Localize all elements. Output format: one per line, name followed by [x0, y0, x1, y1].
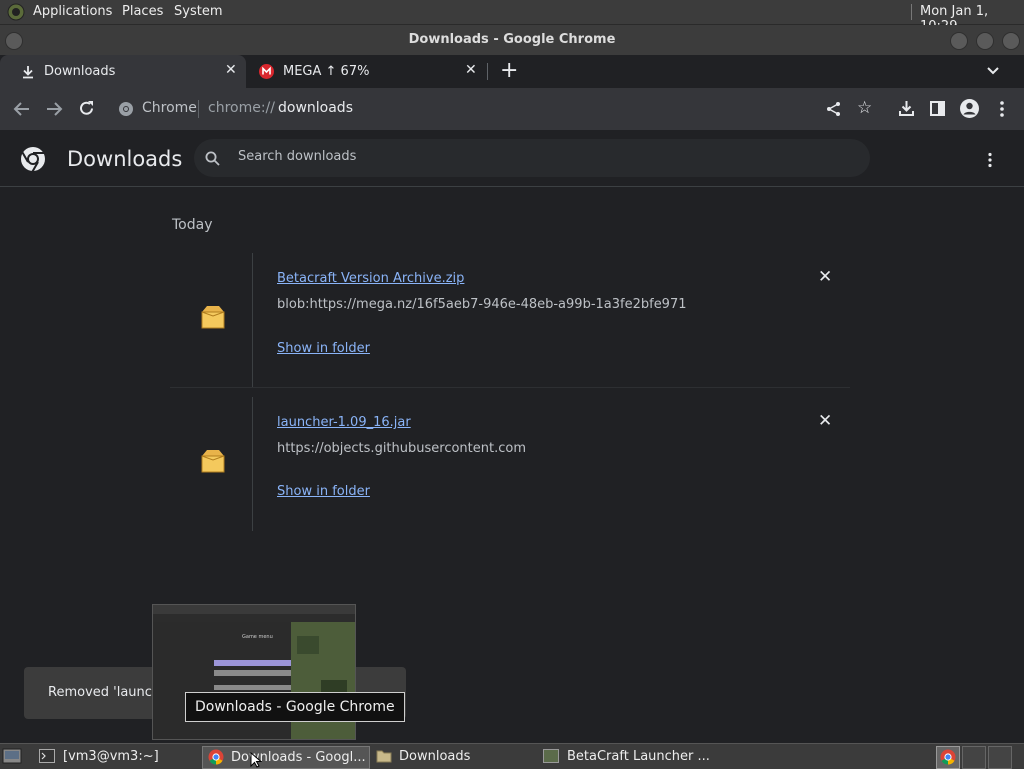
- preview-game-menu-label: Game menu: [242, 634, 273, 640]
- preview-menu-button: [214, 670, 291, 676]
- window-titlebar[interactable]: Downloads - Google Chrome: [0, 25, 1024, 55]
- menu-system[interactable]: System: [174, 4, 222, 19]
- taskbar-item-chrome[interactable]: Downloads - Googl...: [202, 746, 370, 769]
- item-divider: [252, 397, 253, 531]
- download-item: launcher-1.09_16.jar https://objects.git…: [170, 397, 850, 531]
- mega-logo-icon: [259, 64, 274, 79]
- search-input[interactable]: [236, 148, 840, 165]
- more-actions-icon[interactable]: [987, 152, 993, 168]
- browser-menu-icon[interactable]: [999, 100, 1005, 118]
- chrome-icon: [940, 749, 956, 765]
- file-archive-icon: [201, 306, 225, 329]
- workspace-3[interactable]: [988, 746, 1012, 769]
- browser-toolbar: Chrome chrome://downloads ☆: [0, 88, 1024, 130]
- remove-download-icon[interactable]: ✕: [818, 411, 832, 431]
- tab-label: MEGA ↑ 67%: [283, 64, 370, 79]
- url-path: downloads: [278, 100, 353, 116]
- preview-menu-button: [214, 660, 291, 666]
- minimize-icon[interactable]: [950, 32, 968, 50]
- show-desktop-icon[interactable]: [2, 748, 22, 764]
- show-in-folder-link[interactable]: Show in folder: [277, 484, 370, 499]
- search-icon: [205, 151, 220, 166]
- item-divider: [252, 253, 253, 387]
- section-heading-today: Today: [172, 217, 213, 233]
- show-in-folder-link[interactable]: Show in folder: [277, 341, 370, 356]
- gnome-foot-icon[interactable]: [7, 3, 25, 21]
- preview-titlebar: [153, 605, 355, 614]
- panel-separator: [911, 4, 912, 20]
- site-label: Chrome: [142, 100, 197, 116]
- downloads-header: Downloads: [0, 130, 1024, 187]
- taskbar-label: BetaCraft Launcher ...: [567, 749, 710, 764]
- bottom-panel: [vm3@vm3:~] Downloads - Googl... Downloa…: [0, 743, 1024, 769]
- back-icon[interactable]: [13, 101, 31, 117]
- tab-search-chevron-icon[interactable]: [986, 66, 1000, 76]
- profile-avatar-icon[interactable]: [960, 99, 979, 118]
- downloads-toolbar-icon[interactable]: [898, 100, 915, 117]
- omnibox[interactable]: Chrome chrome://downloads: [108, 94, 898, 124]
- file-archive-icon: [201, 450, 225, 473]
- tab-label: Downloads: [44, 64, 116, 79]
- preview-game-block: [297, 636, 319, 654]
- preview-menu-button: [214, 685, 291, 690]
- remove-download-icon[interactable]: ✕: [818, 267, 832, 287]
- menu-applications[interactable]: Applications: [33, 4, 112, 19]
- close-tab-icon[interactable]: ✕: [465, 62, 477, 78]
- maximize-icon[interactable]: [976, 32, 994, 50]
- forward-icon[interactable]: [45, 101, 63, 117]
- card-divider: [170, 387, 850, 388]
- download-filename-link[interactable]: launcher-1.09_16.jar: [277, 415, 411, 430]
- new-tab-icon[interactable]: +: [500, 58, 518, 83]
- download-icon: [23, 66, 33, 79]
- taskbar-label: [vm3@vm3:~]: [63, 749, 159, 764]
- search-box[interactable]: [194, 139, 870, 177]
- taskbar-item-betacraft[interactable]: BetaCraft Launcher ...: [540, 746, 710, 767]
- download-filename-link[interactable]: Betacraft Version Archive.zip: [277, 271, 464, 286]
- tab-mega[interactable]: MEGA ↑ 67% ✕: [247, 55, 487, 88]
- toast-text: Removed 'launche: [48, 685, 169, 700]
- mouse-cursor-icon: [250, 752, 262, 768]
- download-source-url: https://objects.githubusercontent.com: [277, 441, 526, 456]
- url-scheme: chrome://: [208, 100, 275, 116]
- chrome-site-icon: [119, 102, 133, 116]
- download-item: Betacraft Version Archive.zip blob:https…: [170, 253, 850, 387]
- window-title: Downloads - Google Chrome: [408, 32, 616, 47]
- taskbar-item-folder[interactable]: Downloads: [372, 746, 534, 767]
- workspace-2[interactable]: [962, 746, 986, 769]
- tab-separator: [487, 63, 488, 80]
- window-tooltip: Downloads - Google Chrome: [185, 692, 405, 722]
- workspace-switcher[interactable]: [936, 746, 960, 769]
- share-icon[interactable]: [826, 101, 842, 117]
- tab-strip: Downloads ✕ MEGA ↑ 67% ✕ +: [0, 55, 1024, 88]
- chrome-icon: [208, 749, 224, 765]
- preview-toolbar: [153, 614, 355, 622]
- tab-downloads[interactable]: Downloads ✕: [0, 55, 246, 88]
- top-panel: Applications Places System Mon Jan 1, 10…: [0, 0, 1024, 34]
- taskbar-item-terminal[interactable]: [vm3@vm3:~]: [34, 746, 199, 767]
- menu-places[interactable]: Places: [122, 4, 163, 19]
- download-source-url: blob:https://mega.nz/16f5aeb7-946e-48eb-…: [277, 297, 687, 312]
- folder-icon: [376, 750, 392, 763]
- close-tab-icon[interactable]: ✕: [225, 62, 237, 78]
- taskbar-label: Downloads: [399, 749, 471, 764]
- chrome-logo-icon: [21, 147, 45, 172]
- betacraft-icon: [543, 749, 559, 763]
- side-panel-icon[interactable]: [930, 101, 945, 116]
- page-title: Downloads: [67, 147, 183, 171]
- close-window-icon[interactable]: [1002, 32, 1020, 50]
- terminal-icon: [39, 749, 55, 763]
- reload-icon[interactable]: [78, 100, 95, 117]
- omnibox-separator: [198, 100, 199, 118]
- bookmark-star-icon[interactable]: ☆: [857, 98, 872, 118]
